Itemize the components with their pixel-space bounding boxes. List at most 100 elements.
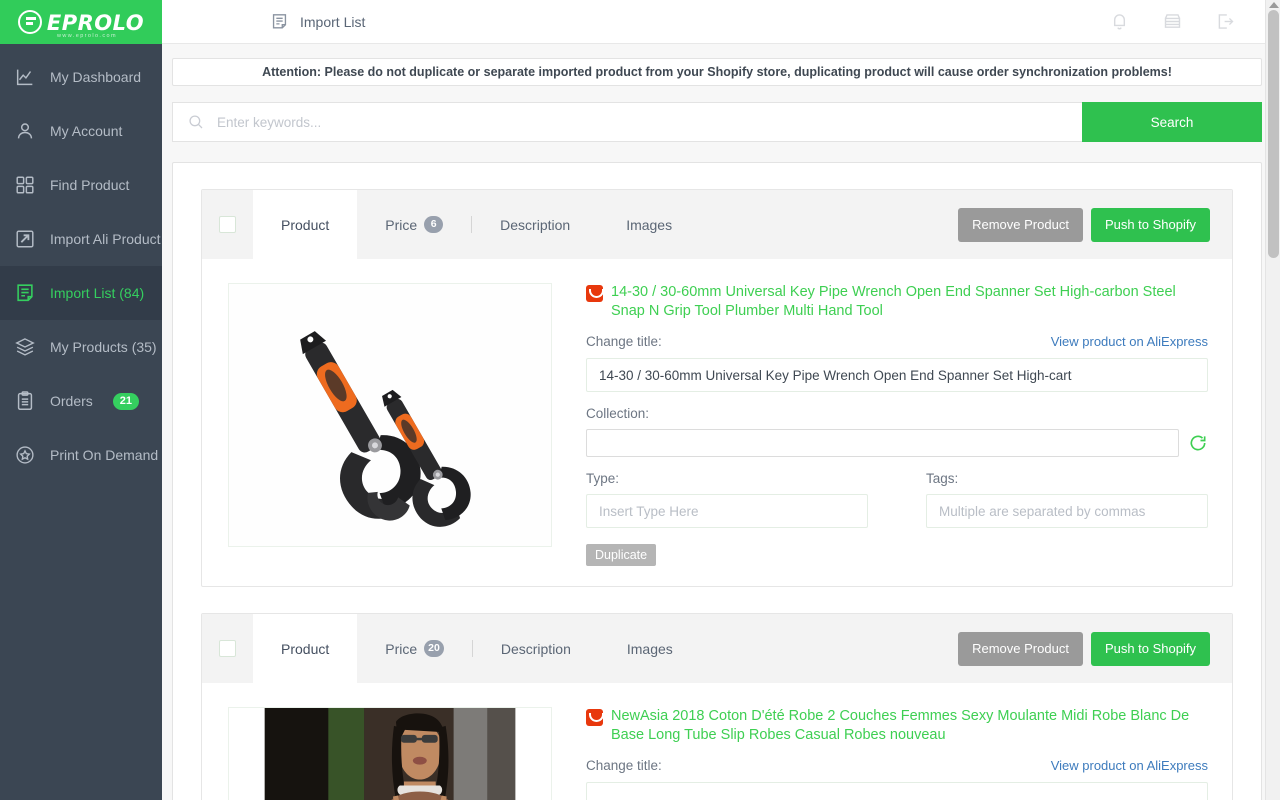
select-product-checkbox[interactable] [219, 640, 236, 657]
change-title-row: Change title: View product on AliExpress [586, 758, 1208, 773]
scrollbar-thumb[interactable] [1268, 10, 1279, 258]
orders-count-badge: 21 [112, 392, 140, 410]
tab-price[interactable]: Price 20 [357, 614, 472, 683]
sidebar-item-find-product[interactable]: Find Product [0, 158, 162, 212]
search-input[interactable] [215, 113, 1068, 131]
eprolo-mark-icon [17, 10, 42, 34]
type-tags-row: Type: Tags: [586, 457, 1208, 528]
price-count-badge: 20 [424, 640, 444, 657]
sidebar-item-label: Print On Demand [50, 447, 159, 463]
brand-name: EPROLO [46, 11, 145, 35]
tab-images[interactable]: Images [599, 614, 701, 683]
star-circle-icon [16, 446, 34, 464]
store-icon[interactable] [1162, 11, 1183, 32]
product-list-panel: Product Price 6 Description Images Remov… [172, 162, 1262, 800]
tab-images[interactable]: Images [598, 190, 700, 259]
view-on-aliexpress-link[interactable]: View product on AliExpress [1051, 758, 1208, 773]
grid-squares-icon [16, 176, 34, 194]
push-to-shopify-button[interactable]: Push to Shopify [1090, 207, 1210, 242]
refresh-collection-icon[interactable] [1188, 433, 1208, 453]
tab-product-label: Product [281, 640, 330, 657]
brand-url: www.eprolo.com [57, 33, 117, 39]
sidebar-item-label: My Dashboard [50, 69, 142, 85]
product-tabs: Product Price 20 Description Images [253, 614, 701, 683]
product-info: NewAsia 2018 Coton D'été Robe 2 Couches … [586, 707, 1208, 800]
tab-description[interactable]: Description [473, 614, 599, 683]
sidebar-item-my-products[interactable]: My Products (35) [0, 320, 162, 374]
product-card-body: 14-30 / 30-60mm Universal Key Pipe Wrenc… [202, 259, 1232, 586]
collection-input[interactable] [586, 429, 1179, 457]
sidebar-item-import-ali-product[interactable]: Import Ali Product [0, 212, 162, 266]
sidebar-item-label: Import List (84) [50, 285, 145, 301]
tags-input[interactable] [926, 494, 1208, 528]
sidebar-item-my-dashboard[interactable]: My Dashboard [0, 50, 162, 104]
sidebar-item-orders[interactable]: Orders 21 [0, 374, 162, 428]
sidebar: EPROLO www.eprolo.com My Dashboard My Ac… [0, 0, 162, 800]
sidebar-item-label: Find Product [50, 177, 130, 193]
attention-banner-text: Attention: Please do not duplicate or se… [262, 65, 1172, 79]
tab-description-label: Description [500, 640, 571, 657]
product-title-input[interactable] [586, 358, 1208, 392]
topbar-icons [1109, 11, 1258, 32]
collection-label: Collection: [586, 406, 650, 421]
remove-product-button[interactable]: Remove Product [958, 207, 1083, 242]
change-title-label: Change title: [586, 758, 662, 773]
chart-line-icon [16, 69, 33, 86]
tab-price-label: Price [385, 216, 418, 233]
tab-price[interactable]: Price 6 [357, 190, 471, 259]
two-pipe-wrenches-image [229, 284, 551, 546]
sidebar-item-import-list[interactable]: Import List (84) [0, 266, 162, 320]
product-title: NewAsia 2018 Coton D'été Robe 2 Couches … [611, 708, 1190, 743]
product-title-row: NewAsia 2018 Coton D'été Robe 2 Couches … [586, 707, 1208, 745]
sidebar-item-label: My Account [50, 123, 123, 139]
bell-icon[interactable] [1109, 11, 1130, 32]
import-arrow-icon [16, 230, 34, 248]
tab-description[interactable]: Description [472, 190, 598, 259]
tab-description-label: Description [500, 216, 571, 233]
view-on-aliexpress-link[interactable]: View product on AliExpress [1051, 334, 1208, 349]
sidebar-item-print-on-demand[interactable]: Print On Demand [0, 428, 162, 482]
page-title: Import List [270, 12, 365, 31]
duplicate-button[interactable]: Duplicate [586, 544, 657, 566]
attention-banner: Attention: Please do not duplicate or se… [172, 58, 1262, 86]
collection-row [586, 429, 1208, 457]
product-title-input[interactable] [586, 782, 1208, 800]
content-scroll-area: Attention: Please do not duplicate or se… [162, 44, 1280, 800]
product-thumbnail[interactable] [228, 707, 552, 800]
brand-logo[interactable]: EPROLO www.eprolo.com [0, 0, 162, 44]
sidebar-item-my-account[interactable]: My Account [0, 104, 162, 158]
product-card-actions: Remove Product Push to Shopify [958, 190, 1232, 259]
change-title-label: Change title: [586, 334, 662, 349]
select-product-cell [202, 614, 253, 683]
app-root: EPROLO www.eprolo.com My Dashboard My Ac… [0, 0, 1280, 800]
tab-product[interactable]: Product [253, 190, 358, 259]
search-field[interactable] [172, 102, 1082, 142]
page-scrollbar[interactable] [1265, 0, 1280, 800]
price-count-badge: 6 [424, 216, 444, 233]
product-thumbnail[interactable] [228, 283, 552, 547]
clipboard-icon [17, 391, 33, 410]
user-icon [17, 123, 33, 139]
topbar: Import List [162, 0, 1280, 44]
product-card: Product Price 20 Description Images Remo… [201, 613, 1233, 800]
main-area: Import List Attention: Please do not dup… [162, 0, 1280, 800]
product-info: 14-30 / 30-60mm Universal Key Pipe Wrenc… [586, 283, 1208, 566]
select-product-checkbox[interactable] [219, 216, 236, 233]
search-button[interactable]: Search [1082, 102, 1262, 142]
woman-in-brown-dress-image [229, 708, 551, 800]
logout-icon[interactable] [1215, 11, 1236, 32]
push-to-shopify-button[interactable]: Push to Shopify [1090, 631, 1210, 666]
document-list-icon [272, 14, 287, 29]
sidebar-item-label: Import Ali Product [50, 231, 161, 247]
title-field-wrap [586, 782, 1208, 800]
page-title-label: Import List [300, 13, 366, 30]
remove-product-button[interactable]: Remove Product [958, 631, 1083, 666]
tab-product[interactable]: Product [253, 614, 358, 683]
product-card-header: Product Price 20 Description Images Remo… [202, 614, 1232, 683]
aliexpress-icon [586, 709, 604, 726]
tab-product-label: Product [281, 216, 330, 233]
type-label: Type: [586, 471, 620, 486]
search-bar: Search [172, 102, 1262, 142]
type-input[interactable] [586, 494, 868, 528]
scroll-up-arrow-icon[interactable] [1269, 2, 1279, 8]
